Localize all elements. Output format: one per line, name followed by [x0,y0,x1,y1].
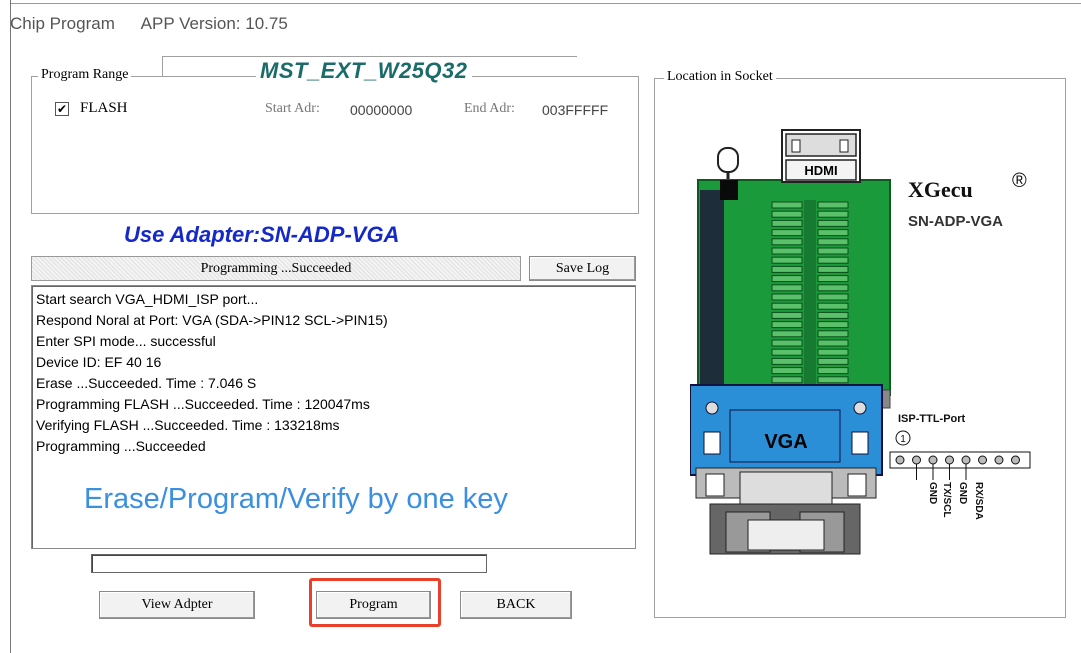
isp-pin [895,455,905,465]
isp-pin [994,455,1004,465]
status-text: Programming ...Succeeded [200,261,352,276]
isp-pin-label: RX/SDA [973,482,984,520]
socket-pin [771,265,803,273]
flash-checkbox[interactable]: ✔ [55,102,69,116]
chip-title-line-left [162,56,163,76]
isp-pin [945,455,954,465]
isp-pin [961,455,971,465]
pin-one-label: 1 [900,434,906,445]
view-adapter-button[interactable]: View Adpter [99,591,255,619]
back-button[interactable]: BACK [460,591,572,619]
isp-pin [1011,455,1020,465]
socket-pin [817,376,849,384]
socket-pin [771,321,803,329]
feature-caption: Erase/Program/Verify by one key [84,483,508,515]
adapter-diagram: HDMI VGA XGecu ® SN-ADP-VGA ISP-TTL-Port… [690,129,1031,555]
socket-pin [817,219,849,227]
socket-pin [771,293,803,301]
socket-pin [817,321,849,329]
chip-name: MST_EXT_W25Q32 [256,58,472,84]
log-line: Verifying FLASH ...Succeeded. Time : 133… [36,417,340,433]
socket-pin [817,229,849,237]
vga-connector [695,467,877,555]
window-top-edge [10,3,1081,4]
log-line: Programming ...Succeeded [36,438,206,454]
chip-title-line [163,56,577,57]
log-line: Start search VGA_HDMI_ISP port... [36,291,259,307]
socket-pin [817,275,849,283]
socket-pin [817,284,849,292]
socket-pin [817,265,849,273]
socket-pin [771,247,803,255]
socket-pin [817,201,849,209]
socket-pin [771,210,803,218]
end-adr-label: End Adr: [464,101,515,116]
socket-pin [817,367,849,375]
socket-pin [817,357,849,365]
window-title-bar: Chip Program APP Version: 10.75 [10,14,310,34]
socket-pin [771,229,803,237]
socket-pin [771,348,803,356]
program-range-group [31,76,639,214]
socket-pin [771,330,803,338]
log-line: Device ID: EF 40 16 [36,354,162,370]
socket-pin [817,311,849,319]
isp-pin-label: TX/SCL [941,482,952,518]
vga-text: VGA [764,431,807,453]
brand-registered-mark: ® [1012,170,1027,192]
socket-pin [771,275,803,283]
start-adr-value: 00000000 [350,102,413,118]
socket-pin [771,357,803,365]
app-version: APP Version: 10.75 [140,14,288,33]
log-line: Respond Noral at Port: VGA (SDA->PIN12 S… [36,312,388,328]
progress-bar [91,554,487,573]
isp-header [889,451,1031,469]
socket-pin [817,238,849,246]
isp-port-label: ISP-TTL-Port [898,413,966,425]
program-range-label: Program Range [38,67,132,83]
log-line: Programming FLASH ...Succeeded. Time : 1… [36,396,370,412]
brand-name: XGecu [908,177,973,202]
socket-pin [771,284,803,292]
socket-pin [771,256,803,264]
socket-pin [817,256,849,264]
isp-pin-label: GND [927,482,938,504]
isp-pin [928,455,938,465]
socket-pin [771,311,803,319]
socket-pin [771,376,803,384]
socket-pin [817,348,849,356]
socket-pin [817,302,849,310]
adapter-model: SN-ADP-VGA [908,213,1003,230]
program-button[interactable]: Program [316,591,431,619]
socket-pin [771,201,803,209]
socket-pin [771,238,803,246]
socket-pin [817,330,849,338]
socket-pin [817,293,849,301]
log-lines: Start search VGA_HDMI_ISP port... Respon… [32,286,635,457]
status-bar: Programming ...Succeeded [31,256,521,281]
log-line: Enter SPI mode... successful [36,333,216,349]
socket-label: Location in Socket [664,69,776,85]
log-panel[interactable]: Start search VGA_HDMI_ISP port... Respon… [31,285,636,549]
end-adr-value: 003FFFFF [542,102,609,118]
isp-pin [912,455,921,465]
adapter-title: Use Adapter:SN-ADP-VGA [124,222,400,247]
socket-pin [817,210,849,218]
log-line: Erase ...Succeeded. Time : 7.046 S [36,375,257,391]
socket-pin [771,367,803,375]
socket-pin [771,219,803,227]
save-log-button[interactable]: Save Log [529,256,636,281]
start-adr-label: Start Adr: [265,101,320,116]
socket-pin [771,302,803,310]
window-left-edge [10,0,11,653]
hdmi-text: HDMI [804,163,837,178]
socket-pin [771,339,803,347]
socket-pin [817,339,849,347]
flash-label: FLASH [80,100,128,116]
window-title: Chip Program [10,14,115,33]
isp-pin [978,455,987,465]
isp-pin-label: GND [957,482,968,504]
socket-slot [804,200,816,388]
socket-pin [817,247,849,255]
